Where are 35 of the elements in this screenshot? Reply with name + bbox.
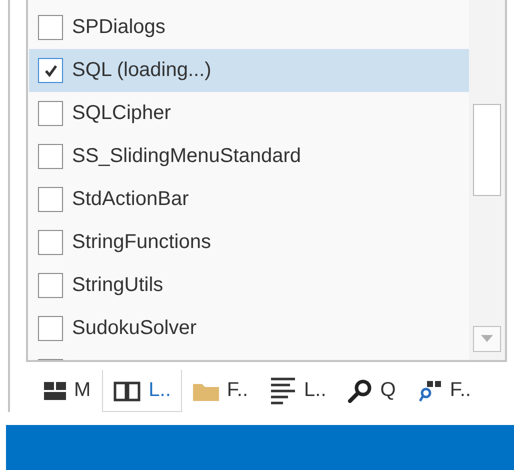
item-label: StringFunctions <box>72 231 211 254</box>
item-label: SQLCipher <box>72 102 171 125</box>
item-label: SQL (loading...) <box>72 59 212 82</box>
scroll-down-button[interactable] <box>473 326 501 352</box>
scrollbar[interactable] <box>469 0 505 360</box>
checkbox[interactable] <box>38 273 63 298</box>
list-item[interactable]: StdActionBar <box>29 178 469 221</box>
check-icon <box>44 64 58 78</box>
tiles-icon <box>44 380 66 400</box>
list-item[interactable]: SQLCipher <box>29 92 469 135</box>
item-label: StdActionBar <box>72 188 189 211</box>
search-icon <box>348 378 372 402</box>
tab[interactable]: L.. <box>102 370 182 412</box>
item-label: SudokuSolver <box>72 317 197 340</box>
text-lines-icon <box>270 376 296 404</box>
item-label: StringUtils <box>72 274 164 297</box>
list-item[interactable]: SudokuSolver <box>29 307 469 350</box>
book-icon <box>112 380 141 402</box>
down-arrow-icon <box>481 335 493 343</box>
checkbox[interactable] <box>38 144 63 169</box>
checkbox[interactable] <box>38 316 63 341</box>
checkbox[interactable] <box>38 15 63 40</box>
list-item[interactable]: SQL (loading...) <box>29 49 469 92</box>
checkbox[interactable] <box>38 58 63 83</box>
list-item[interactable]: SPDialogs <box>29 6 469 49</box>
item-label: SS_SlidingMenuStandard <box>72 145 302 168</box>
scrollbar-thumb[interactable] <box>473 104 501 196</box>
checkbox[interactable] <box>38 101 63 126</box>
find-icon <box>418 378 442 402</box>
checkbox[interactable] <box>38 230 63 255</box>
list-item[interactable]: StringUtils <box>29 264 469 307</box>
list-item[interactable]: StringFunctions <box>29 221 469 264</box>
checkbox[interactable] <box>38 187 63 212</box>
list-item[interactable]: SS_SlidingMenuStandard <box>29 135 469 178</box>
item-label: SPDialogs <box>72 16 166 39</box>
